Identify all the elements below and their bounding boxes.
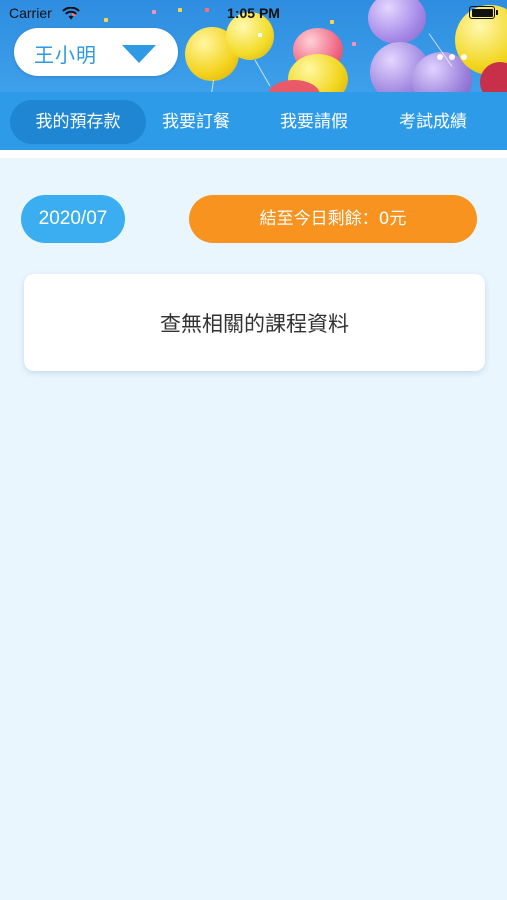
balloon-string (211, 79, 214, 92)
month-selector[interactable]: 2020/07 (21, 195, 125, 243)
balloon-string (254, 59, 271, 87)
records-card: 查無相關的課程資料 (24, 274, 485, 371)
tab-order-meal[interactable]: 我要訂餐 (150, 100, 242, 144)
tab-label: 我要請假 (280, 112, 348, 132)
header-banner: Carrier 1:05 PM 王小明 (0, 0, 507, 92)
tab-leave[interactable]: 我要請假 (268, 100, 360, 144)
empty-message: 查無相關的課程資料 (160, 312, 349, 336)
tab-bar: 我的預存款 我要訂餐 我要請假 考試成績 (0, 92, 507, 150)
tab-label: 我的預存款 (35, 112, 121, 132)
confetti (352, 42, 356, 46)
confetti (258, 33, 262, 37)
page-indicator[interactable] (431, 45, 467, 64)
tab-deposit[interactable]: 我的預存款 (10, 100, 146, 144)
page-dot (461, 54, 467, 60)
page-dot (437, 54, 443, 60)
tab-divider (0, 150, 507, 158)
page-dot (449, 54, 455, 60)
battery-icon (469, 6, 498, 19)
status-bar: Carrier 1:05 PM (0, 0, 507, 28)
user-selector[interactable]: 王小明 (14, 28, 178, 76)
status-time: 1:05 PM (227, 5, 280, 21)
user-name: 王小明 (34, 43, 97, 67)
tab-label: 我要訂餐 (162, 112, 230, 132)
tab-label: 考試成績 (399, 112, 467, 132)
tab-exam-scores[interactable]: 考試成績 (386, 100, 480, 144)
dropdown-arrow-icon (122, 45, 156, 63)
balance-badge: 結至今日剩餘：0元 (189, 195, 477, 243)
